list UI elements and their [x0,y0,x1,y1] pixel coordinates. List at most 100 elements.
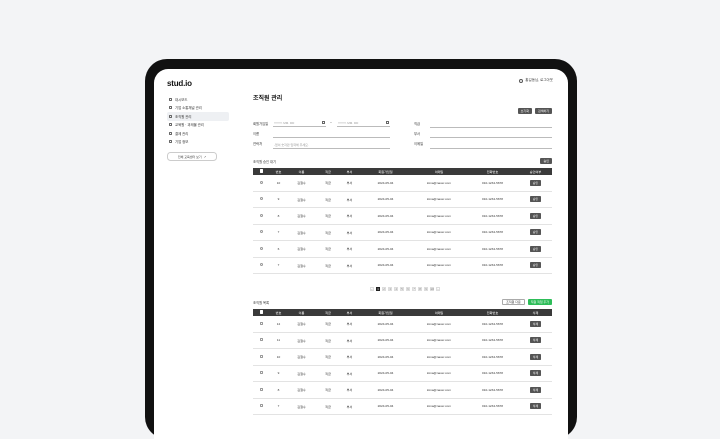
email-field[interactable] [430,148,552,149]
table-cell: 7 [270,257,287,274]
calendar-icon[interactable] [386,121,389,124]
table-cell: 010-1234-5678 [466,398,519,415]
table-cell: 직급 [316,332,340,349]
table-cell: 승인 [519,207,552,225]
table-cell: 삭제 [519,348,552,366]
phone-placeholder: -없이 숫자만 입력해 주세요. [274,143,309,147]
phone-field[interactable] [273,148,390,149]
page-number[interactable]: 1 [376,287,380,291]
download-button[interactable]: 조직원 다운 [502,299,525,305]
search-button[interactable]: 검색하기 [534,108,552,114]
table-cell: 8 [270,207,287,225]
name-label: 이름 [253,132,260,136]
row-delete-button[interactable]: 삭제 [529,403,542,410]
row-select-control[interactable] [259,213,264,217]
table-cell: 직급 [316,365,340,382]
row-select-control[interactable] [259,180,264,184]
next-page-button[interactable]: › [436,287,440,291]
select-all-checkbox[interactable] [259,310,264,314]
row-approve-button[interactable]: 승인 [529,212,542,219]
table-cell: 부서 [340,348,359,366]
page-number[interactable]: 7 [412,287,416,291]
date-from-field[interactable] [273,126,326,127]
row-select-control[interactable] [259,387,264,391]
row-approve-button[interactable]: 승인 [529,229,542,236]
row-approve-button[interactable]: 승인 [529,262,542,269]
page-number[interactable]: 10 [430,287,434,291]
row-delete-button[interactable]: 삭제 [529,320,542,327]
calendar-icon[interactable] [322,121,325,124]
page-number[interactable]: 9 [424,287,428,291]
add-member-button[interactable]: 직원 직접 추가 [527,299,552,305]
table-cell: 010-1234-5678 [466,175,519,192]
table-cell: 010-1234-5678 [466,365,519,382]
table-cell: 김철수 [287,175,316,192]
row-select-control[interactable] [259,263,264,267]
row-delete-button[interactable]: 삭제 [529,370,542,377]
user-text: 홍길동님, 로그아웃 [525,78,553,82]
reset-button[interactable]: 초기화 [517,108,532,114]
table-cell: 부서 [340,398,359,415]
sidebar-item[interactable]: 조직원 관리 [167,112,229,121]
page-number[interactable]: 3 [388,287,392,291]
dept-label: 부서 [414,132,421,136]
sidebar-item[interactable]: 교육원 · 과제물 관리 [167,121,229,130]
sidebar-item[interactable]: 기업 정보 [167,138,229,147]
education-center-button[interactable]: 전체 교육센터 보기 ↗ [167,152,217,161]
row-delete-button[interactable]: 삭제 [529,353,542,360]
table-cell: 김철수 [287,257,316,274]
members-table: 번호 이름 직급 부서 회원가입일 이메일 전화번호 삭제 12 김철수 직급 부서 2024-05-… [253,309,552,415]
date-to-field[interactable] [337,126,390,127]
sidebar-item[interactable]: 기업 소통채널 관리 [167,104,229,113]
row-select-control[interactable] [259,197,264,201]
column-header [253,168,270,175]
filter-actions: 초기화 검색하기 [517,108,552,114]
column-header: 이름 [287,168,316,175]
dept-field[interactable] [430,137,552,138]
table-cell: 삭제 [519,398,552,415]
page-number[interactable]: 8 [418,287,422,291]
table-cell: 12 [270,316,287,333]
row-select-control[interactable] [259,246,264,250]
table-cell: 직급 [316,191,340,208]
table-cell: kima@naver.com [412,191,466,208]
education-center-label: 전체 교육센터 보기 [177,154,202,159]
table-cell: 김철수 [287,332,316,349]
row-delete-button[interactable]: 삭제 [529,337,542,344]
page-number[interactable]: 6 [406,287,410,291]
row-select-control[interactable] [259,354,264,358]
row-delete-button[interactable]: 삭제 [529,386,542,393]
table-cell: kima@naver.com [412,175,466,192]
row-approve-button[interactable]: 승인 [529,245,542,252]
table-cell: 부서 [340,332,359,349]
app-logo[interactable]: stud.io [167,79,192,88]
approve-button[interactable]: 승인 [540,158,552,164]
table-cell: 김철수 [287,316,316,333]
table-cell: 승인 [519,240,552,258]
table-row: 6 김철수 직급 부서 2024-05-04 kima@naver.com 010-1234… [253,240,552,258]
page-number[interactable]: 4 [394,287,398,291]
date-separator: ~ [330,121,332,125]
page-number[interactable]: 5 [400,287,404,291]
rank-field[interactable] [430,127,552,128]
row-select-cell [253,365,270,382]
row-select-control[interactable] [259,230,264,234]
row-approve-button[interactable]: 승인 [529,179,542,186]
external-link-icon: ↗ [203,154,207,159]
table-row: 11 김철수 직급 부서 2024-05-04 kima@naver.com 010-123… [253,332,552,349]
table-cell: 직급 [316,207,340,225]
sidebar-item[interactable]: 대시보드 [167,95,229,104]
select-all-checkbox[interactable] [259,169,264,173]
table-cell: 2024-05-04 [359,398,412,415]
row-select-control[interactable] [259,338,264,342]
user-menu[interactable]: 홍길동님, 로그아웃 [519,78,553,83]
row-approve-button[interactable]: 승인 [529,196,542,203]
table-cell: 김철수 [287,381,316,399]
prev-page-button[interactable]: ‹ [370,287,374,291]
page-number[interactable]: 2 [382,287,386,291]
row-select-control[interactable] [259,321,264,325]
sidebar-item[interactable]: 결제 관리 [167,129,229,138]
user-icon [169,114,172,118]
name-field[interactable] [273,137,390,138]
row-select-control[interactable] [259,371,264,375]
